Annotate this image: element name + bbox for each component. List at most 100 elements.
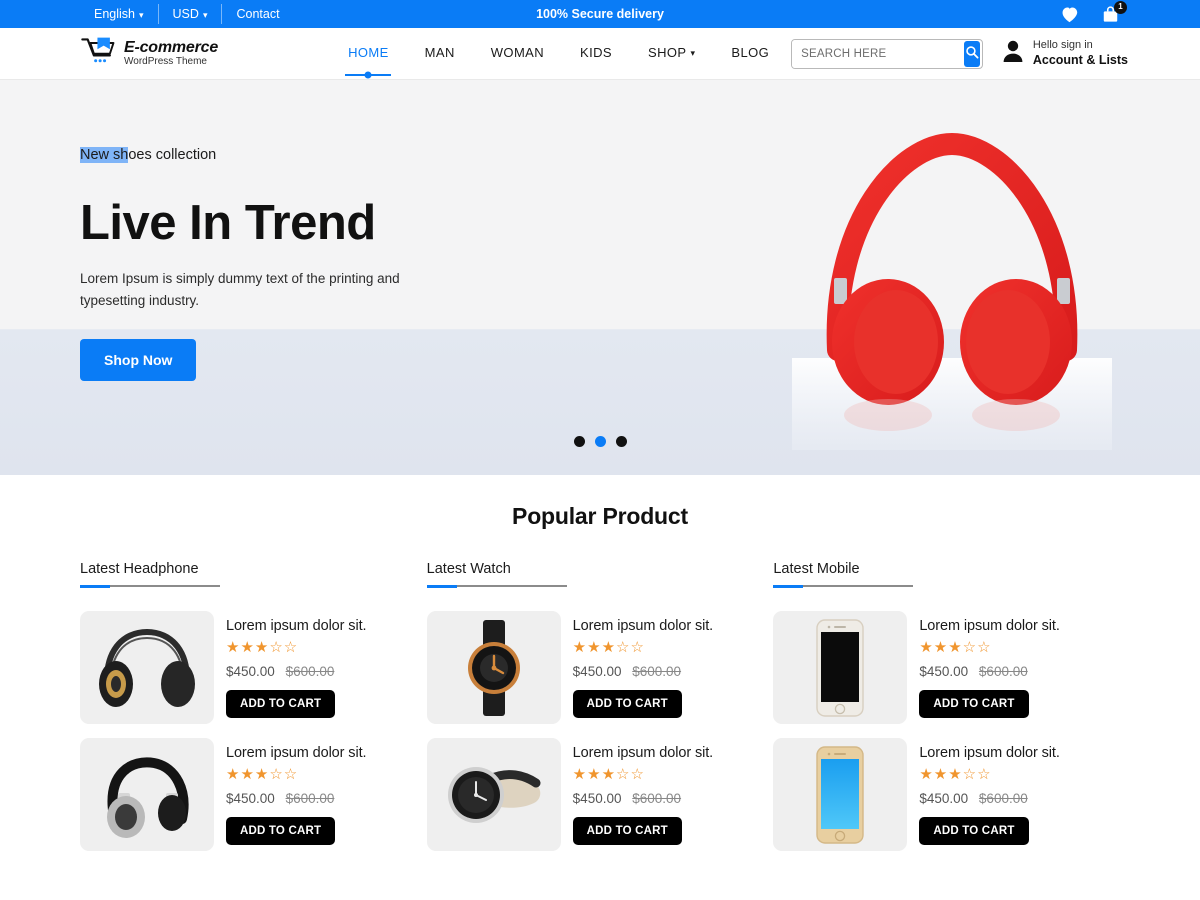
product-prices: $450.00 $600.00	[573, 791, 713, 806]
product-card[interactable]: Lorem ipsum dolor sit. ★★★☆☆ $450.00 $60…	[773, 611, 1120, 724]
language-label: English	[94, 7, 135, 21]
product-info: Lorem ipsum dolor sit. ★★★☆☆ $450.00 $60…	[572, 611, 713, 724]
account-greeting: Hello sign in	[1032, 38, 1093, 51]
nav-item-man[interactable]: MAN	[425, 45, 455, 62]
search-input[interactable]	[792, 39, 965, 68]
add-to-cart-button[interactable]: ADD TO CART	[572, 690, 682, 718]
logo-title: E-commerce	[124, 39, 219, 56]
chevron-down-icon: ▾	[139, 9, 144, 20]
nav-item-kids[interactable]: KIDS	[580, 45, 612, 62]
product-card[interactable]: Lorem ipsum dolor sit. ★★★☆☆ $450.00 $60…	[80, 611, 427, 724]
rating-stars: ★★★☆☆	[572, 639, 645, 656]
hero-eyebrow-rest: oes collection	[128, 147, 217, 163]
add-to-cart-button[interactable]: ADD TO CART	[919, 690, 1029, 718]
rating-stars: ★★★☆☆	[226, 766, 299, 783]
product-column-mobile: Latest Mobile Lorem ipsum dolor sit. ★★★…	[773, 561, 1120, 865]
column-heading: Latest Mobile	[773, 561, 860, 577]
hero-description: Lorem Ipsum is simply dummy text of the …	[80, 271, 400, 309]
hero-eyebrow-selected: New sh	[80, 147, 129, 163]
hero-copy: New shoes collection Live In Trend Lorem…	[80, 144, 500, 381]
user-avatar-icon	[1002, 39, 1024, 68]
product-info: Lorem ipsum dolor sit. ★★★☆☆ $450.00 $60…	[919, 738, 1060, 851]
product-price: $450.00	[572, 791, 622, 806]
account-menu[interactable]: Hello sign in Account & Lists	[1002, 39, 1128, 68]
carousel-dot-3[interactable]	[615, 436, 627, 447]
column-heading: Latest Headphone	[80, 561, 199, 577]
page-title: Popular Product	[512, 503, 688, 529]
nav-item-woman[interactable]: WOMAN	[491, 45, 544, 62]
logo-subtitle: WordPress Theme	[124, 56, 207, 67]
product-column-headphone: Latest Headphone Lorem ipsum dolor sit.	[80, 561, 427, 865]
product-image-headphone-black-gold	[80, 611, 214, 724]
column-underline	[773, 585, 914, 588]
carousel-dot-2[interactable]	[594, 436, 606, 447]
product-title: Lorem ipsum dolor sit.	[572, 745, 714, 761]
product-price: $450.00	[226, 791, 275, 806]
product-image-watch-silver-leather	[426, 738, 561, 851]
product-title: Lorem ipsum dolor sit.	[919, 618, 1060, 634]
nav-item-blog[interactable]: BLOG	[731, 45, 769, 62]
nav-label: BLOG	[731, 45, 770, 60]
product-price-old: $600.00	[285, 664, 335, 679]
product-info: Lorem ipsum dolor sit. ★★★☆☆ $450.00 $60…	[226, 738, 367, 851]
product-price-old: $600.00	[285, 791, 335, 806]
carousel-dots	[0, 436, 1200, 447]
add-to-cart-button[interactable]: ADD TO CART	[226, 690, 336, 718]
nav-item-shop[interactable]: SHOP ▾	[648, 45, 695, 62]
site-logo[interactable]: E-commerce WordPress Theme	[80, 35, 218, 72]
nav-label: WOMAN	[490, 45, 545, 60]
product-prices: $450.00 $600.00	[226, 664, 366, 679]
topbar-right-group: 1	[1060, 0, 1127, 24]
column-underline	[426, 585, 567, 588]
language-selector[interactable]: English ▾	[80, 4, 159, 24]
nav-label: SHOP	[648, 45, 687, 60]
popular-products-section: Popular Product Latest Headphone Lorem i…	[0, 475, 1200, 865]
site-header: E-commerce WordPress Theme HOME MAN WOMA…	[0, 28, 1200, 80]
product-price-old: $600.00	[632, 664, 682, 679]
product-prices: $450.00 $600.00	[226, 791, 366, 806]
account-lists-label: Account & Lists	[1032, 52, 1128, 67]
rating-stars: ★★★☆☆	[226, 639, 299, 656]
contact-label: Contact	[236, 7, 280, 21]
hero-title: Live In Trend	[80, 196, 376, 251]
product-prices: $450.00 $600.00	[919, 664, 1059, 679]
product-price: $450.00	[572, 664, 622, 679]
product-prices: $450.00 $600.00	[573, 664, 713, 679]
product-card[interactable]: Lorem ipsum dolor sit. ★★★☆☆ $450.00 $60…	[80, 738, 427, 851]
product-image-watch-gold-black	[426, 611, 561, 724]
product-card[interactable]: Lorem ipsum dolor sit. ★★★☆☆ $450.00 $60…	[426, 611, 774, 724]
product-info: Lorem ipsum dolor sit. ★★★☆☆ $450.00 $60…	[919, 611, 1060, 724]
product-price-old: $600.00	[978, 664, 1028, 679]
product-price: $450.00	[919, 791, 969, 806]
hero-eyebrow: New shoes collection	[80, 144, 500, 167]
product-title: Lorem ipsum dolor sit.	[226, 745, 367, 761]
add-to-cart-button[interactable]: ADD TO CART	[226, 817, 336, 845]
add-to-cart-button[interactable]: ADD TO CART	[572, 817, 682, 845]
product-card[interactable]: Lorem ipsum dolor sit. ★★★☆☆ $450.00 $60…	[773, 738, 1120, 851]
heart-icon[interactable]	[1060, 6, 1079, 23]
product-info: Lorem ipsum dolor sit. ★★★☆☆ $450.00 $60…	[572, 738, 714, 851]
nav-label: HOME	[348, 45, 389, 60]
shop-now-button[interactable]: Shop Now	[80, 338, 197, 381]
currency-label: USD	[172, 7, 199, 21]
currency-selector[interactable]: USD ▾	[159, 4, 223, 24]
product-card[interactable]: Lorem ipsum dolor sit. ★★★☆☆ $450.00 $60…	[426, 738, 774, 851]
topbar-left-group: English ▾ USD ▾ Contact	[80, 0, 294, 28]
chevron-down-icon: ▾	[202, 9, 208, 20]
cart-logo-icon	[80, 35, 122, 72]
contact-link[interactable]: Contact	[222, 4, 293, 24]
search-button[interactable]	[964, 40, 981, 67]
cart-button[interactable]: 1	[1101, 0, 1127, 24]
nav-item-home[interactable]: HOME	[345, 45, 392, 76]
search-bar	[791, 38, 984, 69]
chevron-down-icon: ▾	[690, 48, 696, 58]
product-title: Lorem ipsum dolor sit.	[919, 745, 1060, 761]
product-column-watch: Latest Watch Lorem ipsum dolor sit. ★★★☆…	[426, 561, 774, 865]
rating-stars: ★★★☆☆	[572, 766, 645, 783]
product-title: Lorem ipsum dolor sit.	[226, 618, 367, 634]
product-image-headphone-black-silver	[80, 738, 214, 851]
add-to-cart-button[interactable]: ADD TO CART	[919, 817, 1029, 845]
carousel-dot-1[interactable]	[573, 436, 585, 447]
hero-headphones-image	[792, 110, 1112, 450]
product-info: Lorem ipsum dolor sit. ★★★☆☆ $450.00 $60…	[226, 611, 367, 724]
